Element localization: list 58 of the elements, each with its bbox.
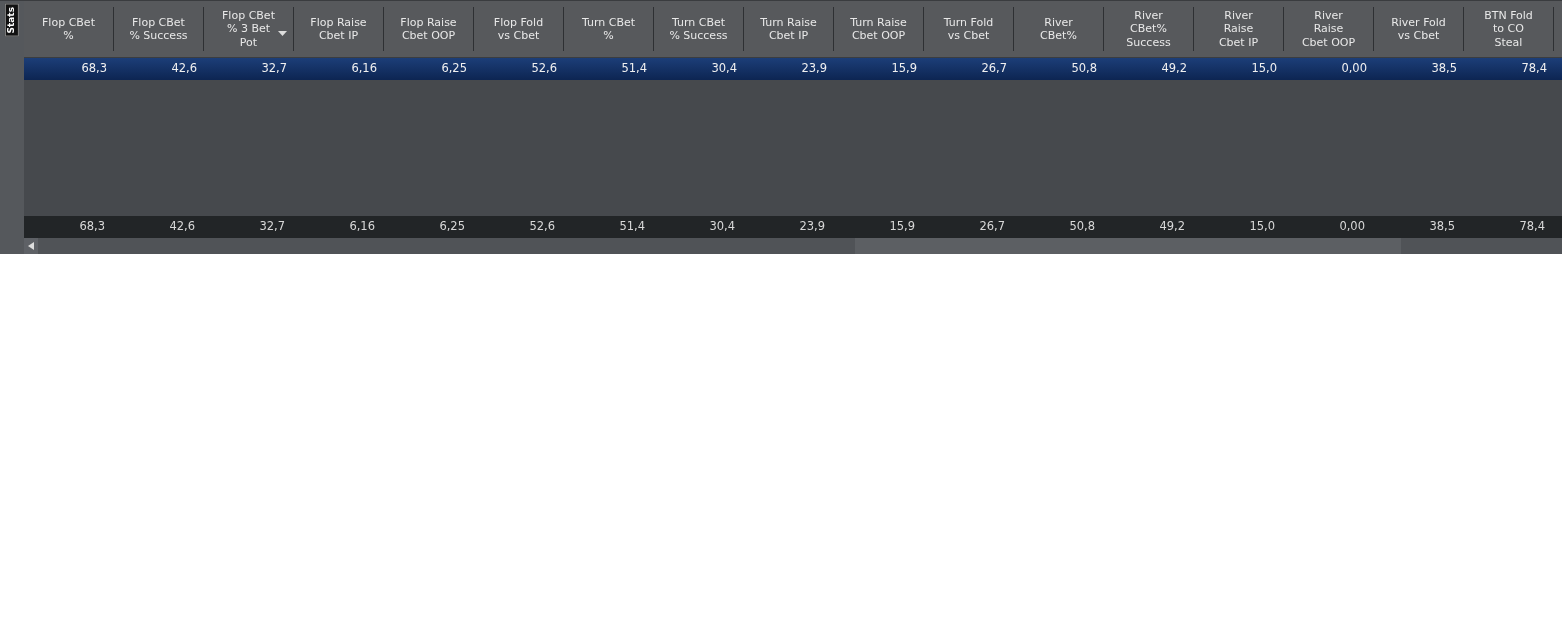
table-cell-text: 68,3 <box>80 60 108 78</box>
table-cell-text: 6,16 <box>350 60 378 78</box>
column-header[interactable]: Turn CBet % Success <box>654 7 744 51</box>
column-header[interactable]: Turn Raise Cbet OOP <box>834 7 924 51</box>
column-header[interactable]: Flop Raise Cbet OOP <box>384 7 474 51</box>
total-cell-text: 23,9 <box>798 218 826 236</box>
table-cell-text: 23,9 <box>800 60 828 78</box>
column-header[interactable]: Flop CBet % 3 Bet Pot <box>204 7 294 51</box>
total-cell-text: 68,3 <box>78 218 106 236</box>
table-cell-text: 49,2 <box>1160 60 1188 78</box>
column-header[interactable]: Flop CBet % <box>24 7 114 51</box>
left-arrow-icon <box>28 242 34 250</box>
column-header[interactable]: River Fold vs Cbet <box>1374 7 1464 51</box>
total-cell-text: 15,0 <box>1248 218 1276 236</box>
table-cell-text: 38,5 <box>1430 60 1458 78</box>
table-cell-text: 42,6 <box>170 60 198 78</box>
table-cell-text: 0,00 <box>1340 60 1368 78</box>
table-cell-text: 30,4 <box>710 60 738 78</box>
table-cell-text: 15,0 <box>1250 60 1278 78</box>
side-tab[interactable]: Stats <box>5 4 19 37</box>
column-header[interactable]: Turn Raise Cbet IP <box>744 7 834 51</box>
table-cell-text: 78,4 <box>1520 60 1548 78</box>
total-cell-text: 52,6 <box>528 218 556 236</box>
total-cell-text: 15,9 <box>888 218 916 236</box>
total-cell-text: 26,7 <box>978 218 1006 236</box>
column-header[interactable]: Turn Fold vs Cbet <box>924 7 1014 51</box>
table-cell-text: 26,7 <box>980 60 1008 78</box>
scrollbar-thumb[interactable] <box>855 238 1401 254</box>
total-cell-text: 0,00 <box>1338 218 1366 236</box>
table-cell-text: 6,25 <box>440 60 468 78</box>
column-header[interactable]: River CBet% <box>1014 7 1104 51</box>
column-header[interactable]: Flop Raise Cbet IP <box>294 7 384 51</box>
table-cell-text: 50,8 <box>1070 60 1098 78</box>
total-cell-text: 32,7 <box>258 218 286 236</box>
column-header[interactable]: Turn CBet % <box>564 7 654 51</box>
total-cell-text: 38,5 <box>1428 218 1456 236</box>
table-cell-text: 51,4 <box>620 60 648 78</box>
column-header[interactable]: Flop Fold vs Cbet <box>474 7 564 51</box>
total-cell-text: 78,4 <box>1518 218 1546 236</box>
column-header[interactable]: BTN Fold to CO Steal <box>1464 7 1554 51</box>
table-cell-text: 52,6 <box>530 60 558 78</box>
scroll-left-button[interactable] <box>24 238 38 254</box>
column-header[interactable]: River Raise Cbet IP <box>1194 7 1284 51</box>
total-cell-text: 49,2 <box>1158 218 1186 236</box>
table-cell-text: 32,7 <box>260 60 288 78</box>
dropdown-caret-icon[interactable] <box>278 31 287 36</box>
column-header[interactable]: Flop CBet % Success <box>114 7 204 51</box>
total-cell-text: 6,16 <box>348 218 376 236</box>
total-cell-text: 42,6 <box>168 218 196 236</box>
selected-row[interactable]: 68,3 42,6 32,7 6,16 6,25 52,6 51,4 30,4 23,9 15,9 26,7 50,8 49,2 15,0 0,00 38,5 78,4 <box>24 58 1562 80</box>
table-cell-text: 15,9 <box>890 60 918 78</box>
horizontal-scrollbar[interactable] <box>24 238 1562 254</box>
column-header[interactable]: River Raise Cbet OOP <box>1284 7 1374 51</box>
column-header[interactable]: River CBet% Success <box>1104 7 1194 51</box>
total-cell-text: 30,4 <box>708 218 736 236</box>
total-cell-text: 6,25 <box>438 218 466 236</box>
total-cell-text: 50,8 <box>1068 218 1096 236</box>
total-cell-text: 51,4 <box>618 218 646 236</box>
